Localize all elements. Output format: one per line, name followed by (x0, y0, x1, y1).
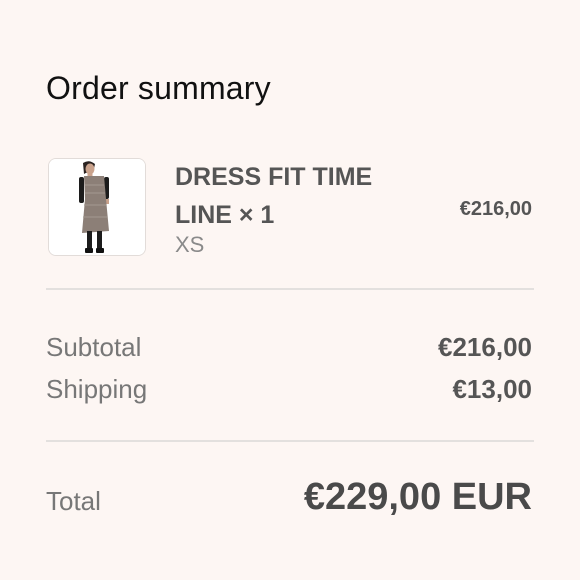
product-name: DRESS FIT TIME LINE × 1 (175, 163, 373, 229)
shipping-label: Shipping (46, 374, 148, 404)
subtotal-value: €216,00 (438, 332, 532, 362)
line-item: DRESS FIT TIME LINE × 1 XS €216,00 (46, 158, 534, 258)
product-price: €216,00 (459, 198, 532, 220)
product-variant: XS (175, 232, 205, 257)
page-title: Order summary (46, 70, 271, 106)
divider (46, 288, 534, 290)
subtotal-label: Subtotal (46, 332, 142, 362)
total-value: €229,00 EUR (303, 476, 532, 518)
total-label: Total (46, 486, 101, 516)
product-thumbnail (48, 158, 146, 256)
divider (46, 440, 534, 442)
shipping-value: €13,00 (452, 374, 532, 404)
product-image (49, 159, 145, 255)
order-summary: Order summary DRESS FIT TIME LINE × 1 XS… (46, 0, 534, 580)
